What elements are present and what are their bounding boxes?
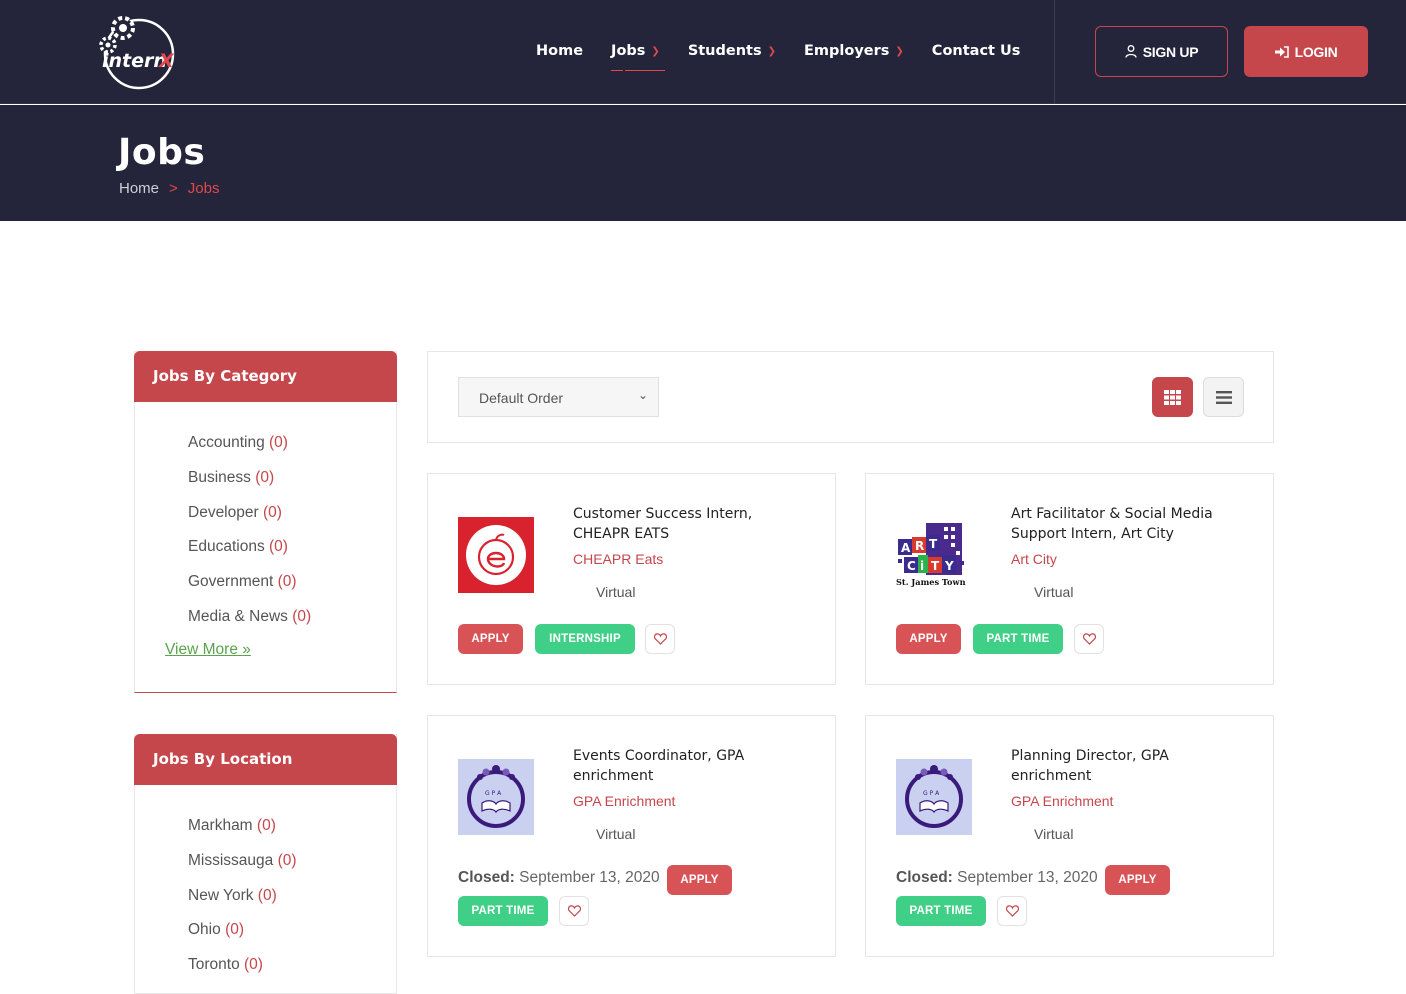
apply-button[interactable]: APPLY (1105, 865, 1170, 895)
breadcrumb-separator: > (169, 180, 178, 197)
user-icon (1125, 45, 1137, 58)
company-name[interactable]: GPA Enrichment (573, 793, 675, 809)
page-title: Jobs (118, 132, 206, 173)
category-item[interactable]: Media & News (0) (188, 608, 396, 643)
company-name[interactable]: GPA Enrichment (1011, 793, 1113, 809)
widget-title: Jobs By Category (134, 351, 397, 402)
widget-title: Jobs By Location (134, 734, 397, 785)
login-button[interactable]: LOGIN (1244, 26, 1368, 77)
svg-text:X: X (158, 50, 175, 72)
job-type-badge[interactable]: PART TIME (458, 896, 548, 926)
nav-contact-us[interactable]: Contact Us (932, 41, 1021, 61)
svg-text:i: i (920, 559, 924, 573)
logo-text: G P A (923, 790, 940, 797)
sort-order-select[interactable]: Default Order ⌄ (458, 377, 659, 417)
location-item[interactable]: Mississauga (0) (188, 852, 396, 887)
closing-date: Closed: September 13, 2020 (896, 869, 1098, 886)
apply-button[interactable]: APPLY (458, 624, 523, 654)
favorite-button[interactable] (997, 896, 1027, 926)
job-card: G P A Planning Director, GPA enrichment … (865, 715, 1274, 957)
company-logo[interactable]: G P A (896, 759, 972, 835)
sign-up-button[interactable]: SIGN UP (1095, 26, 1228, 77)
grid-view-button[interactable] (1152, 377, 1193, 417)
job-location: Virtual (596, 826, 636, 842)
page-header: Jobs Home > Jobs (0, 105, 1406, 221)
breadcrumb-home[interactable]: Home (119, 180, 159, 197)
svg-text:Y: Y (944, 559, 954, 573)
job-title[interactable]: Art Facilitator & Social Media Support I… (1011, 504, 1241, 544)
view-more-link[interactable]: View More » (165, 641, 251, 659)
chevron-down-icon: ❯ (767, 45, 776, 57)
logo-text: G P A (485, 790, 502, 797)
svg-text:T: T (931, 559, 940, 573)
chevron-down-icon: ❯ (651, 45, 660, 57)
favorite-button[interactable] (1074, 624, 1104, 654)
nav-students[interactable]: Students ❯ (688, 41, 776, 61)
heart-icon (653, 633, 667, 645)
nav-jobs[interactable]: Jobs ❯ (611, 41, 665, 71)
favorite-button[interactable] (645, 624, 675, 654)
chevron-down-icon: ⌄ (637, 388, 648, 402)
category-item[interactable]: Business (0) (188, 469, 396, 504)
chevron-down-icon: ❯ (895, 45, 904, 57)
double-chevron-right-icon: » (242, 641, 251, 658)
svg-text:A: A (901, 541, 911, 555)
job-type-badge[interactable]: INTERNSHIP (535, 624, 635, 654)
company-logo[interactable]: G P A (458, 759, 534, 835)
svg-text:T: T (929, 537, 938, 551)
job-card: A R T C i T Y St. James Town Art Facilit… (865, 473, 1274, 685)
favorite-button[interactable] (559, 896, 589, 926)
company-logo[interactable] (458, 517, 534, 593)
grid-icon (1164, 389, 1181, 405)
category-item[interactable]: Educations (0) (188, 538, 396, 573)
list-view-button[interactable] (1203, 377, 1244, 417)
job-card: Customer Success Intern, CHEAPR EATS CHE… (427, 473, 836, 685)
job-location: Virtual (596, 584, 636, 600)
breadcrumb-current: Jobs (187, 180, 220, 197)
location-item[interactable]: Ohio (0) (188, 921, 396, 956)
logo-text: intern (102, 50, 167, 72)
apply-button[interactable]: APPLY (896, 624, 961, 654)
job-title[interactable]: Events Coordinator, GPA enrichment (573, 746, 803, 786)
closing-date: Closed: September 13, 2020 (458, 869, 660, 886)
job-title[interactable]: Customer Success Intern, CHEAPR EATS (573, 504, 803, 544)
internx-logo[interactable]: intern X (96, 12, 178, 92)
location-list: Markham (0) Mississauga (0) New York (0)… (135, 785, 396, 991)
company-name[interactable]: Art City (1011, 551, 1057, 567)
logo-caption: St. James Town (896, 577, 966, 587)
location-item[interactable]: Markham (0) (188, 817, 396, 852)
job-card: G P A Events Coordinator, GPA enrichment… (427, 715, 836, 957)
category-item[interactable]: Developer (0) (188, 504, 396, 539)
listing-toolbar: Default Order ⌄ (427, 351, 1274, 443)
company-logo[interactable]: A R T C i T Y St. James Town (896, 517, 972, 593)
jobs-by-location-widget: Jobs By Location Markham (0) Mississauga… (134, 734, 397, 994)
svg-text:C: C (907, 559, 916, 573)
job-type-badge[interactable]: PART TIME (973, 624, 1063, 654)
breadcrumb: Home > Jobs (119, 180, 219, 197)
nav-employers[interactable]: Employers ❯ (804, 41, 904, 61)
jobs-by-category-widget: Jobs By Category Accounting (0) Business… (134, 351, 397, 693)
location-item[interactable]: New York (0) (188, 887, 396, 922)
job-title[interactable]: Planning Director, GPA enrichment (1011, 746, 1241, 786)
sign-in-icon (1274, 45, 1289, 58)
main-nav: Home Jobs ❯ Students ❯ Employers ❯ Contact … (536, 41, 1048, 71)
heart-icon (567, 905, 581, 917)
category-item[interactable]: Government (0) (188, 573, 396, 608)
list-icon (1215, 390, 1232, 404)
nav-home[interactable]: Home (536, 41, 583, 61)
nav-divider (1054, 0, 1055, 104)
location-item[interactable]: Toronto (0) (188, 956, 396, 991)
heart-icon (1082, 633, 1096, 645)
apply-button[interactable]: APPLY (667, 865, 732, 895)
svg-text:R: R (915, 539, 924, 553)
job-type-badge[interactable]: PART TIME (896, 896, 986, 926)
company-name[interactable]: CHEAPR Eats (573, 551, 663, 567)
category-item[interactable]: Accounting (0) (188, 434, 396, 469)
category-list: Accounting (0) Business (0) Developer (0… (135, 402, 396, 643)
job-location: Virtual (1034, 826, 1074, 842)
top-navbar: intern X Home Jobs ❯ Students ❯ Employers ❯… (0, 0, 1406, 104)
job-location: Virtual (1034, 584, 1074, 600)
heart-icon (1005, 905, 1019, 917)
